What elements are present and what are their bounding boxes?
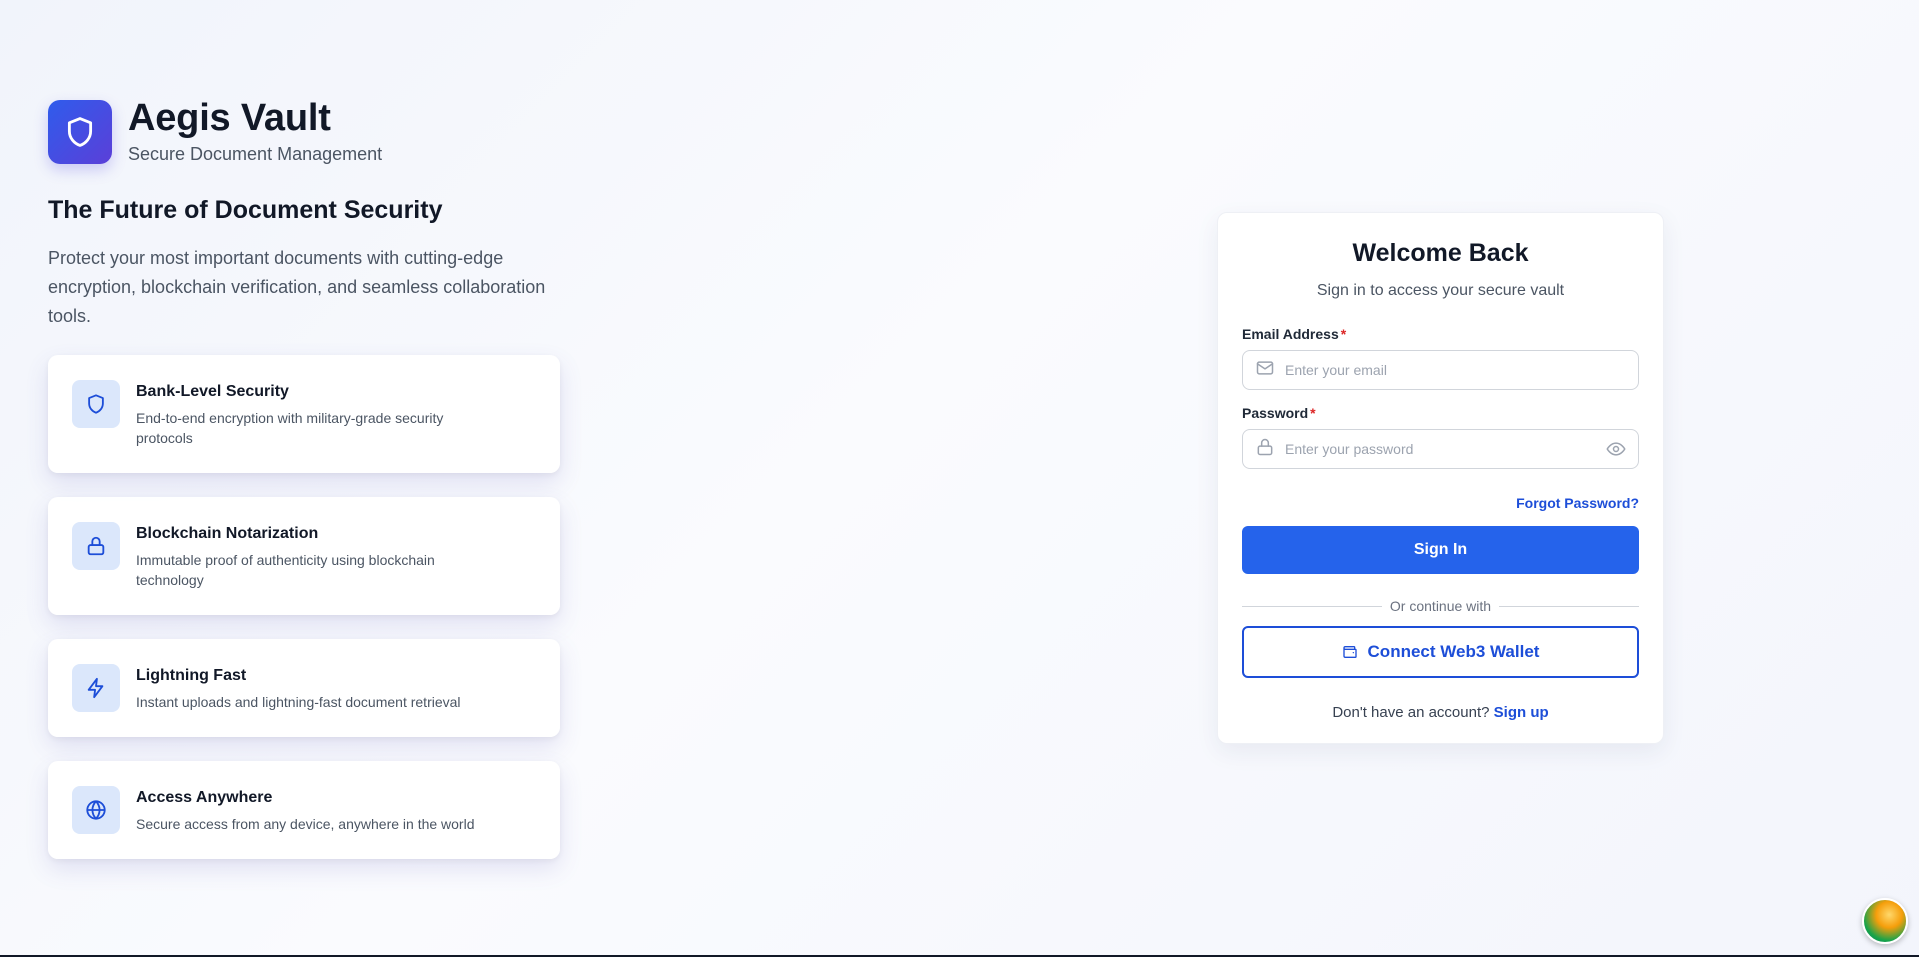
feature-title: Access Anywhere — [136, 789, 273, 806]
divider-line — [1499, 605, 1640, 607]
feature-title: Bank-Level Security — [136, 383, 289, 400]
brand-header: Aegis Vault Secure Document Management — [48, 98, 382, 165]
lightning-icon — [72, 664, 120, 712]
hero-description: Protect your most important documents wi… — [48, 248, 546, 326]
required-marker: * — [1340, 326, 1347, 342]
wallet-button-label: Connect Web3 Wallet — [1367, 642, 1540, 661]
email-label: Email Address * — [1242, 326, 1347, 342]
sign-in-button[interactable]: Sign In — [1242, 526, 1639, 574]
feature-description: Secure access from any device, anywhere … — [136, 816, 475, 832]
hero-heading: The Future of Document Security — [48, 196, 443, 224]
login-card: Welcome Back Sign in to access your secu… — [1217, 212, 1664, 744]
login-subtitle: Sign in to access your secure vault — [1316, 282, 1565, 299]
app-title: Aegis Vault — [128, 97, 331, 139]
feature-card-access: Access Anywhere Secure access from any d… — [48, 761, 560, 859]
email-input[interactable] — [1285, 362, 1626, 378]
eye-icon[interactable] — [1606, 439, 1626, 459]
password-label: Password * — [1242, 405, 1316, 421]
signup-row: Don't have an account? Sign up — [1242, 704, 1639, 721]
login-title: Welcome Back — [1352, 239, 1529, 267]
app-subtitle: Secure Document Management — [128, 144, 383, 164]
email-field[interactable] — [1242, 350, 1639, 390]
avatar[interactable] — [1862, 898, 1908, 944]
shield-icon — [48, 99, 112, 164]
feature-description: Instant uploads and lightning-fast docum… — [136, 694, 461, 710]
feature-description: End-to-end encryption with military-grad… — [136, 410, 444, 446]
sign-up-link[interactable]: Sign up — [1494, 704, 1549, 721]
forgot-password-link[interactable]: Forgot Password? — [1516, 495, 1639, 511]
feature-card-blockchain: Blockchain Notarization Immutable proof … — [48, 497, 560, 615]
globe-icon — [72, 786, 120, 834]
feature-title: Lightning Fast — [136, 667, 247, 684]
mail-icon — [1255, 358, 1275, 383]
wallet-icon — [1342, 644, 1358, 660]
password-input[interactable] — [1285, 441, 1606, 457]
required-marker: * — [1310, 405, 1316, 421]
or-divider: Or continue with — [1242, 598, 1640, 614]
feature-card-security: Bank-Level Security End-to-end encryptio… — [48, 355, 560, 473]
lock-icon — [1255, 437, 1275, 462]
lock-icon — [72, 522, 120, 570]
divider-text: Or continue with — [1389, 598, 1492, 614]
divider-line — [1242, 605, 1382, 607]
feature-title: Blockchain Notarization — [136, 525, 319, 542]
connect-wallet-button[interactable]: Connect Web3 Wallet — [1242, 626, 1639, 678]
feature-card-speed: Lightning Fast Instant uploads and light… — [48, 639, 560, 737]
shield-icon — [72, 380, 120, 428]
password-field[interactable] — [1242, 429, 1639, 469]
feature-description: Immutable proof of authenticity using bl… — [136, 552, 435, 588]
signup-prompt: Don't have an account? — [1332, 704, 1490, 721]
